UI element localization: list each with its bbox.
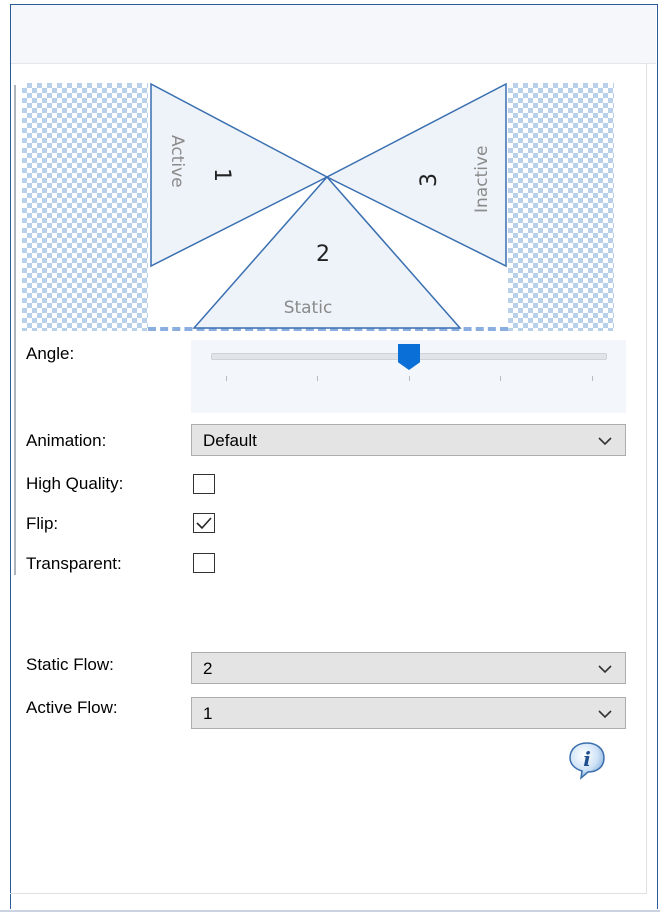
chevron-down-icon — [598, 437, 612, 446]
transparent-label: Transparent: — [26, 554, 122, 573]
animation-value: Default — [203, 431, 257, 450]
svg-text:i: i — [583, 747, 591, 771]
animation-label: Animation: — [26, 431, 107, 450]
static-flow-dropdown[interactable]: 2 — [191, 652, 626, 684]
splitter[interactable] — [14, 85, 16, 575]
transparent-checkbox[interactable] — [193, 553, 215, 573]
slider-thumb[interactable] — [398, 344, 420, 370]
region3-label: Inactive — [472, 146, 492, 213]
flow-preview: Active 1 Inactive 3 2 Static — [22, 83, 614, 331]
chevron-down-icon — [598, 665, 612, 674]
static-flow-value: 2 — [203, 659, 213, 678]
info-icon[interactable]: i — [567, 740, 607, 780]
chevron-down-icon — [598, 710, 612, 719]
active-flow-dropdown[interactable]: 1 — [191, 697, 626, 729]
bottom-divider — [0, 910, 660, 912]
checkmark-icon — [196, 517, 212, 530]
high-quality-checkbox[interactable] — [193, 474, 215, 494]
slider-tick — [226, 376, 227, 381]
active-flow-label: Active Flow: — [26, 698, 118, 717]
high-quality-label: High Quality: — [26, 474, 124, 493]
region1-label: Active — [167, 135, 187, 188]
flow-triangles: Active 1 Inactive 3 2 Static — [150, 83, 507, 329]
angle-label: Angle: — [26, 344, 75, 363]
flip-checkbox[interactable] — [193, 513, 215, 533]
slider-tick — [500, 376, 501, 381]
region1-number: 1 — [209, 168, 234, 182]
slider-tick — [409, 376, 410, 381]
title-bar — [11, 5, 656, 64]
region2-label: Static — [284, 298, 333, 318]
flip-label: Flip: — [26, 514, 59, 533]
animation-dropdown[interactable]: Default — [191, 424, 626, 456]
active-flow-value: 1 — [203, 704, 213, 723]
region3-number: 3 — [417, 173, 442, 187]
static-flow-label: Static Flow: — [26, 655, 114, 674]
slider-tick — [317, 376, 318, 381]
region2-number: 2 — [316, 242, 330, 267]
angle-slider[interactable] — [191, 340, 626, 413]
slider-tick — [592, 376, 593, 381]
